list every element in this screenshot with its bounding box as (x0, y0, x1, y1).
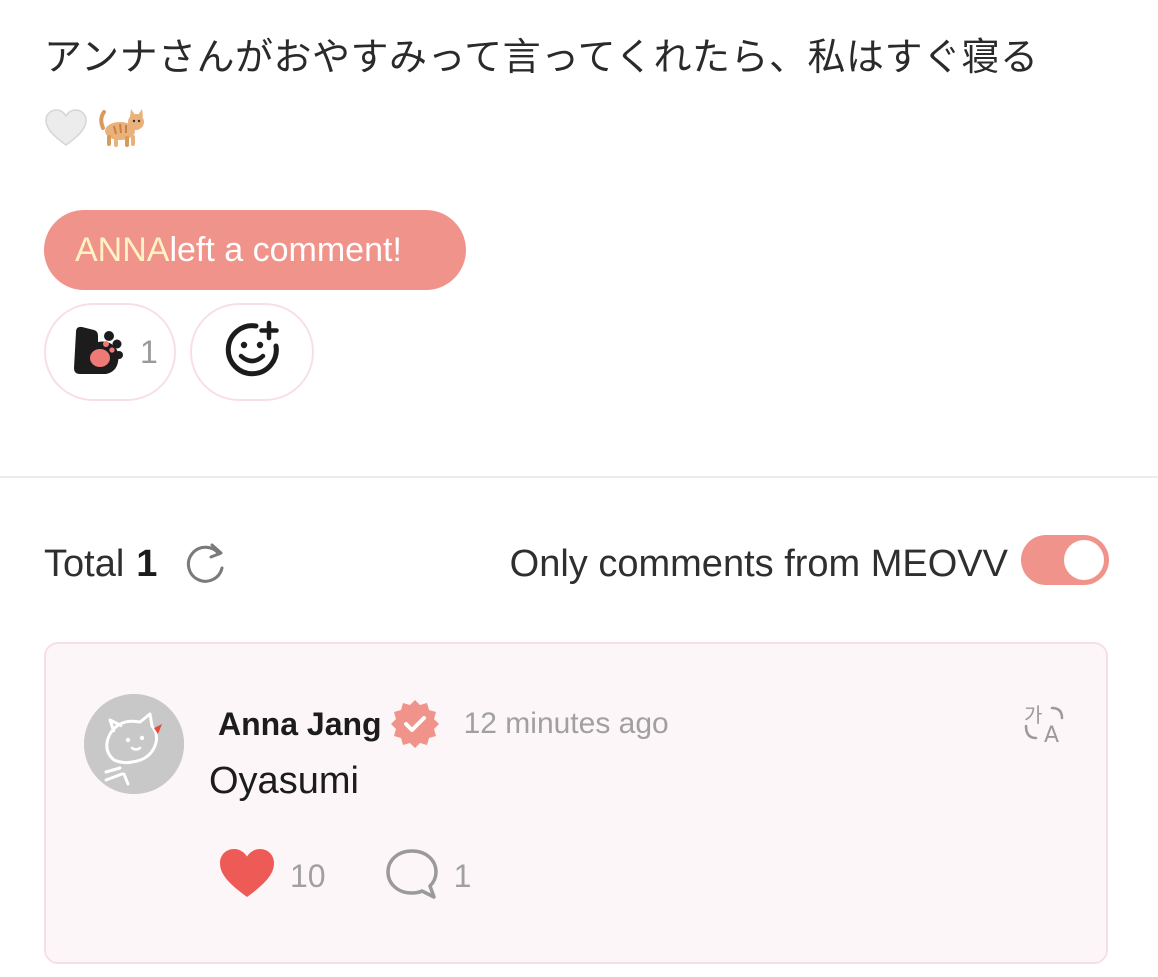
comments-total: Total 1 (44, 536, 229, 592)
paw-reaction-button[interactable]: 1 (44, 303, 176, 401)
comment-actions: 10 1 (218, 848, 471, 904)
toggle-knob (1064, 540, 1104, 580)
comment-time: 12 minutes ago (463, 707, 669, 740)
paw-icon (68, 322, 124, 383)
white-heart-icon (44, 108, 88, 153)
member-filter-label: Only comments from MEOVV (509, 543, 1008, 585)
speech-bubble-icon (384, 846, 440, 907)
comment-card: Anna Jang 12 minutes ago 가 A Oyasumi 10 (44, 642, 1108, 964)
section-divider (0, 476, 1158, 478)
comment-body: Oyasumi (209, 760, 359, 802)
total-label: Total (44, 542, 125, 585)
comment-author-row: Anna Jang 12 minutes ago (218, 700, 669, 748)
translate-icon[interactable]: 가 A (1022, 700, 1070, 753)
total-count: 1 (136, 542, 158, 585)
avatar[interactable] (84, 694, 184, 794)
verified-badge-icon (390, 699, 440, 749)
reply-count: 1 (453, 857, 472, 894)
add-reaction-icon (220, 318, 284, 387)
heart-icon (218, 848, 276, 905)
svg-text:가: 가 (1024, 703, 1042, 727)
comment-notification-banner[interactable]: ANNA left a comment! (44, 210, 466, 290)
cat-icon (98, 106, 146, 155)
banner-text: left a comment! (169, 230, 402, 269)
banner-name: ANNA (75, 230, 170, 269)
like-count: 10 (290, 857, 326, 894)
paw-reaction-count: 1 (140, 333, 158, 370)
author-name[interactable]: Anna Jang (218, 706, 382, 743)
member-filter-toggle[interactable] (1021, 535, 1109, 585)
refresh-icon[interactable] (181, 540, 229, 588)
post-emojis (44, 104, 146, 156)
reply-button[interactable]: 1 (384, 846, 472, 907)
post-text: アンナさんがおやすみって言ってくれたら、私はすぐ寝る (44, 35, 1039, 79)
add-reaction-button[interactable] (190, 303, 314, 401)
like-button[interactable]: 10 (218, 848, 326, 905)
svg-text:A: A (1044, 723, 1059, 748)
